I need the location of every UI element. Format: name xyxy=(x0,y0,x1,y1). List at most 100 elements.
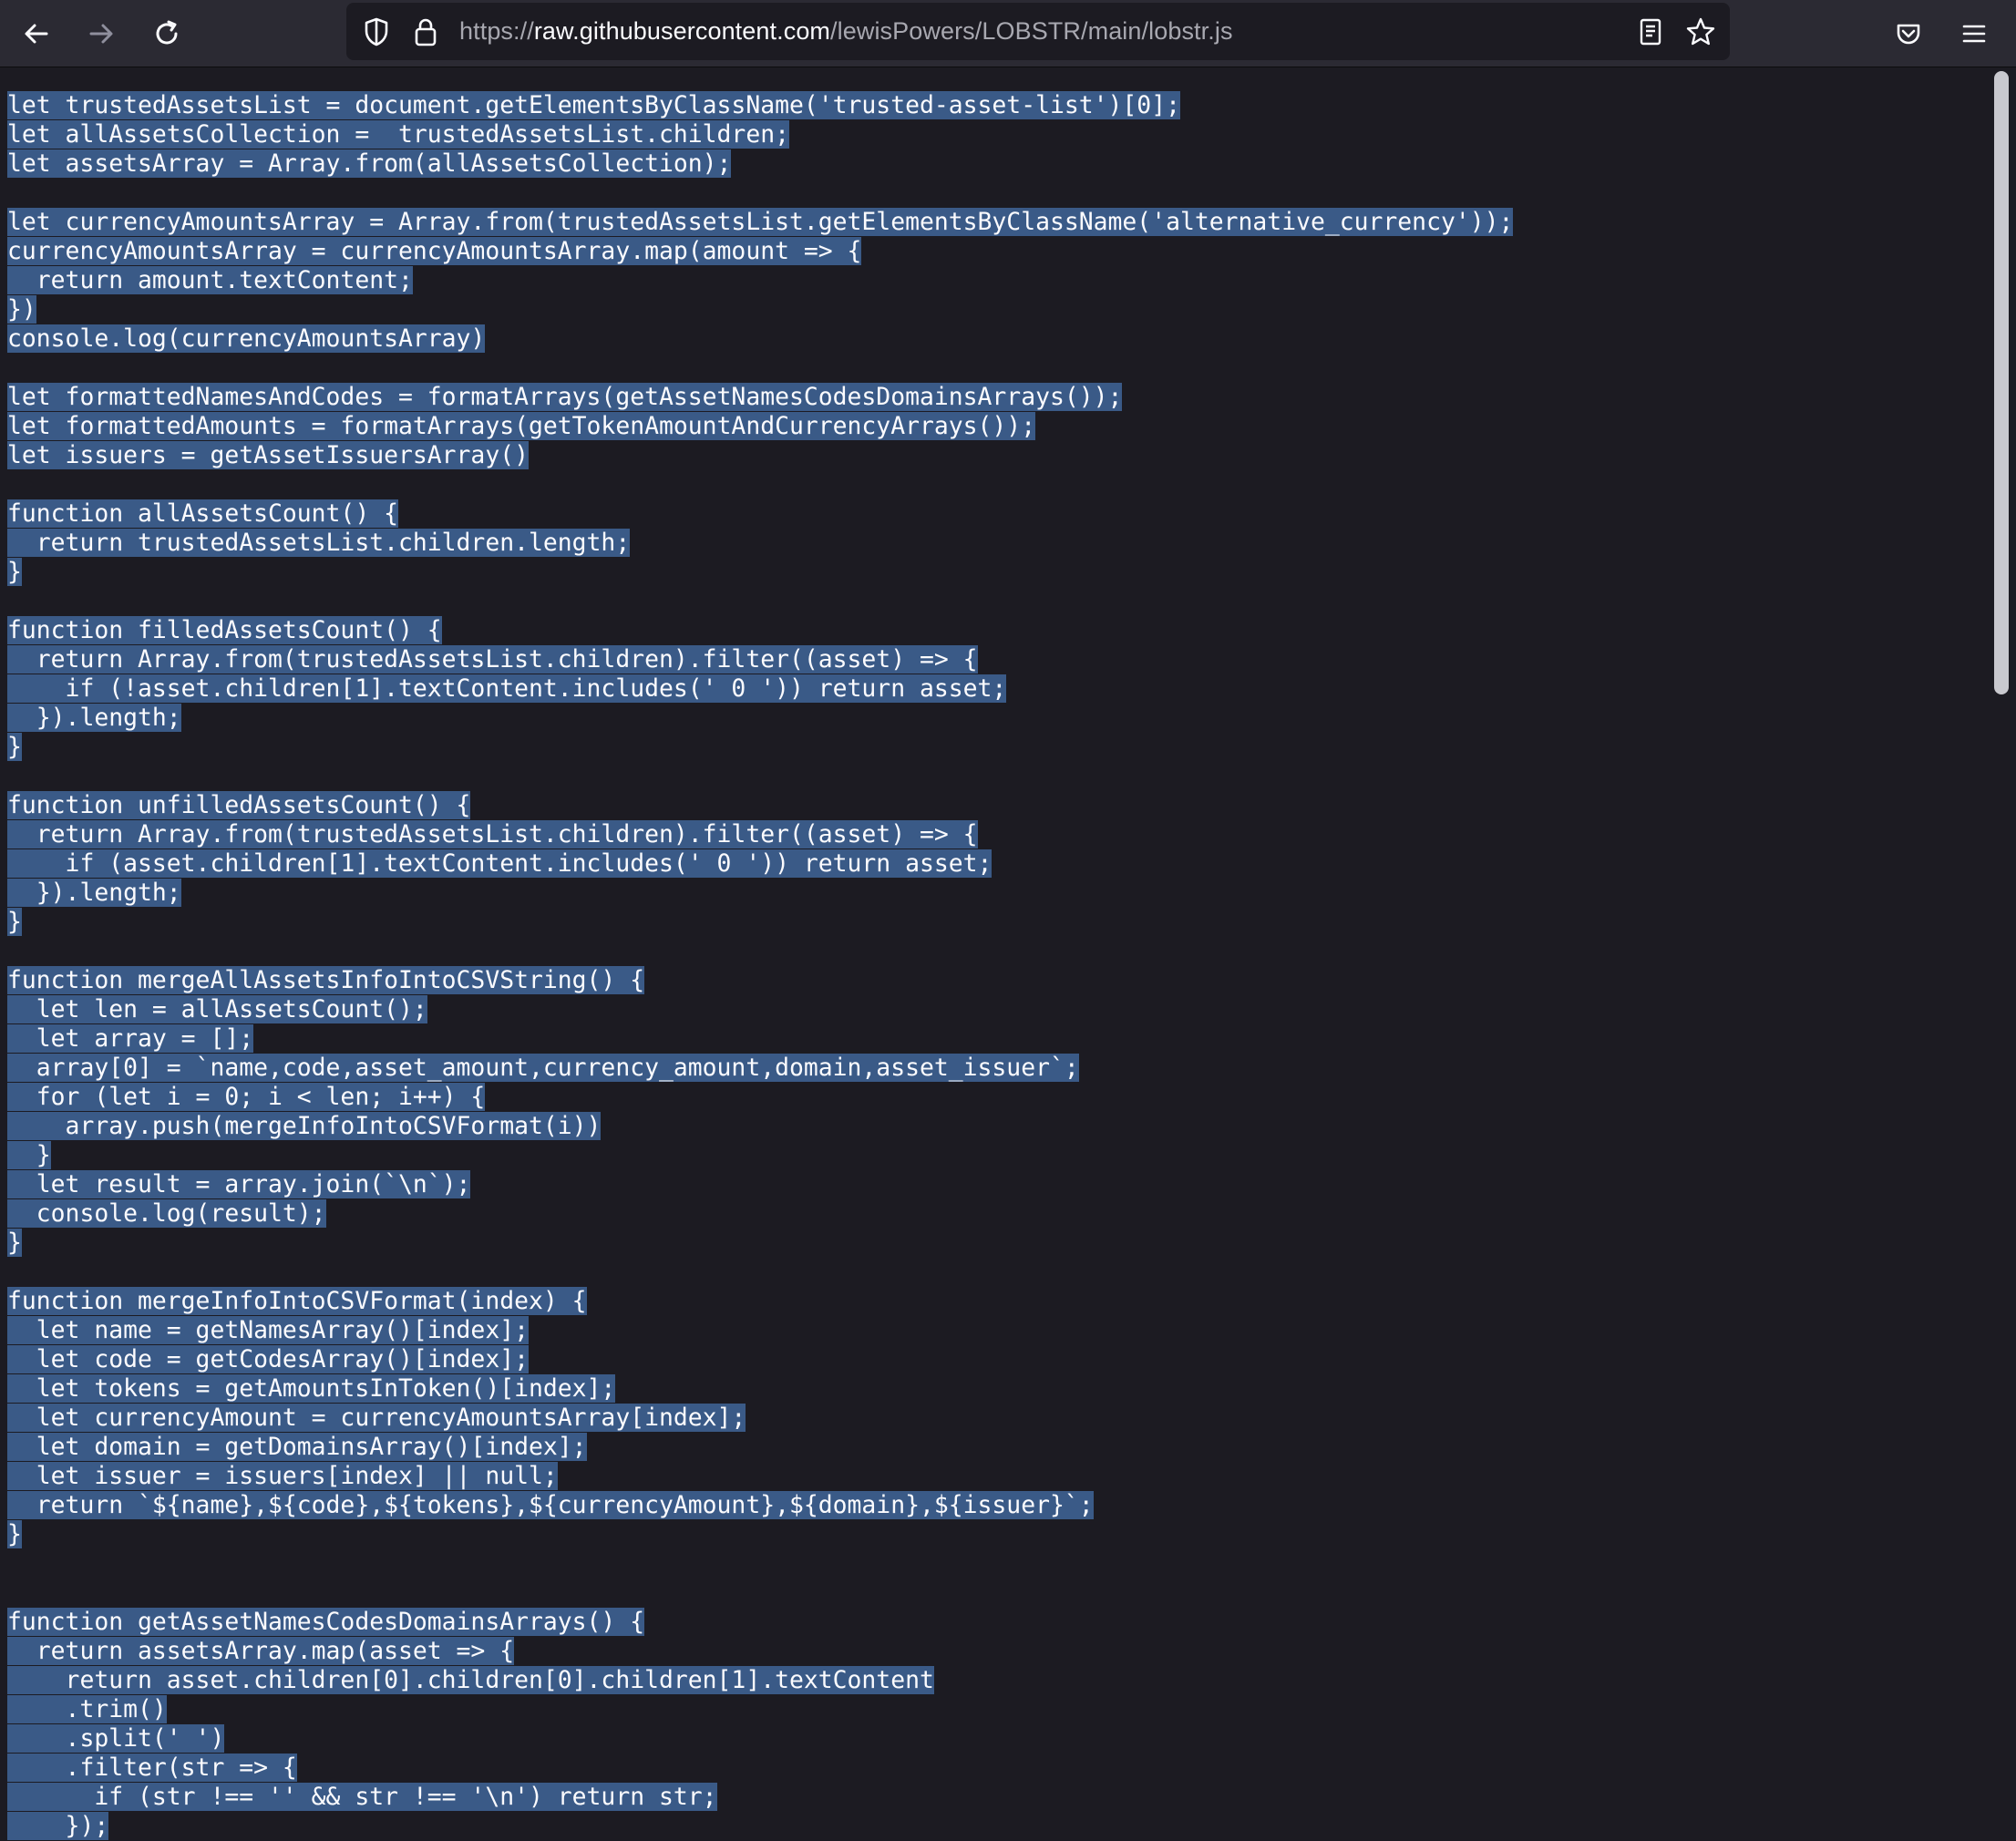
code-line-text: function mergeAllAssetsInfoIntoCSVString… xyxy=(7,966,645,994)
code-line: function mergeAllAssetsInfoIntoCSVString… xyxy=(7,966,1513,995)
code-listing: let trustedAssetsList = document.getElem… xyxy=(7,91,1514,1841)
code-line-text: return asset.children[0].children[0].chi… xyxy=(7,1666,934,1694)
code-line-text: function unfilledAssetsCount() { xyxy=(7,791,471,819)
code-line-text: let allAssetsCollection = trustedAssetsL… xyxy=(7,120,789,149)
code-line-text: }) xyxy=(7,295,36,324)
back-button[interactable] xyxy=(14,11,59,57)
code-line: let assetsArray = Array.from(allAssetsCo… xyxy=(7,149,1513,179)
code-line-text: function filledAssetsCount() { xyxy=(7,616,442,644)
code-line-text: function mergeInfoIntoCSVFormat(index) { xyxy=(7,1287,587,1315)
code-line-text: } xyxy=(7,733,22,761)
code-line-text: } xyxy=(7,1141,51,1169)
code-line-text: function getAssetNamesCodesDomainsArrays… xyxy=(7,1608,645,1636)
code-line-text: let formattedAmounts = formatArrays(getT… xyxy=(7,412,1036,440)
back-arrow-icon xyxy=(22,19,51,48)
menu-button[interactable] xyxy=(1951,11,1997,57)
code-line: }) xyxy=(7,295,1513,324)
menu-icon xyxy=(1960,20,1988,47)
code-line: let allAssetsCollection = trustedAssetsL… xyxy=(7,120,1513,149)
code-line: return `${name},${code},${tokens},${curr… xyxy=(7,1491,1513,1520)
code-line: } xyxy=(7,1520,1513,1549)
code-line-text: }).length; xyxy=(7,879,181,907)
code-line: function mergeInfoIntoCSVFormat(index) { xyxy=(7,1287,1513,1316)
star-bookmark-icon[interactable] xyxy=(1682,14,1719,50)
code-line-text: let assetsArray = Array.from(allAssetsCo… xyxy=(7,149,732,178)
code-line: return Array.from(trustedAssetsList.chil… xyxy=(7,820,1513,849)
shield-icon[interactable] xyxy=(358,14,395,50)
code-line: console.log(result); xyxy=(7,1199,1513,1229)
code-line: let domain = getDomainsArray()[index]; xyxy=(7,1433,1513,1462)
code-line: return amount.textContent; xyxy=(7,266,1513,295)
code-line-text: let name = getNamesArray()[index]; xyxy=(7,1316,529,1344)
code-line-text: } xyxy=(7,1229,22,1257)
code-line-text: let code = getCodesArray()[index]; xyxy=(7,1345,529,1373)
scrollbar[interactable] xyxy=(1987,67,2016,1841)
code-line: let code = getCodesArray()[index]; xyxy=(7,1345,1513,1374)
lock-icon[interactable] xyxy=(407,14,444,50)
code-line: function getAssetNamesCodesDomainsArrays… xyxy=(7,1608,1513,1637)
url-bar[interactable]: https://raw.githubusercontent.com/lewisP… xyxy=(346,3,1730,60)
code-line: }).length; xyxy=(7,704,1513,733)
code-line-text: let array = []; xyxy=(7,1024,254,1053)
code-line-text: let issuer = issuers[index] || null; xyxy=(7,1462,558,1490)
code-line: } xyxy=(7,908,1513,937)
code-line-text: let issuers = getAssetIssuersArray() xyxy=(7,441,529,469)
code-line-text: for (let i = 0; i < len; i++) { xyxy=(7,1083,486,1111)
code-line-text: console.log(currencyAmountsArray) xyxy=(7,324,486,353)
forward-button[interactable] xyxy=(78,11,124,57)
code-line: function filledAssetsCount() { xyxy=(7,616,1513,645)
page-content: let trustedAssetsList = document.getElem… xyxy=(0,67,1987,1841)
code-line-text: let trustedAssetsList = document.getElem… xyxy=(7,91,1180,119)
code-line: for (let i = 0; i < len; i++) { xyxy=(7,1083,1513,1112)
code-line-text: array[0] = `name,code,asset_amount,curre… xyxy=(7,1054,1079,1082)
code-line-text: return trustedAssetsList.children.length… xyxy=(7,529,631,557)
code-line: if (str !== '' && str !== '\n') return s… xyxy=(7,1783,1513,1812)
pocket-icon xyxy=(1894,19,1923,48)
code-line-text: let tokens = getAmountsInToken()[index]; xyxy=(7,1374,616,1403)
code-line-text: return assetsArray.map(asset => { xyxy=(7,1637,515,1665)
code-line: let array = []; xyxy=(7,1024,1513,1054)
code-line: } xyxy=(7,1141,1513,1170)
code-line: array[0] = `name,code,asset_amount,curre… xyxy=(7,1054,1513,1083)
code-line: } xyxy=(7,1229,1513,1258)
code-line: array.push(mergeInfoIntoCSVFormat(i)) xyxy=(7,1112,1513,1141)
code-line: let currencyAmount = currencyAmountsArra… xyxy=(7,1404,1513,1433)
code-line-text: let len = allAssetsCount(); xyxy=(7,995,427,1023)
code-line-text: .filter(str => { xyxy=(7,1754,297,1782)
code-line-text: let result = array.join(`\n`); xyxy=(7,1170,471,1198)
code-line: currencyAmountsArray = currencyAmountsAr… xyxy=(7,237,1513,266)
code-line: return Array.from(trustedAssetsList.chil… xyxy=(7,645,1513,674)
code-line: let issuers = getAssetIssuersArray() xyxy=(7,441,1513,470)
code-line: let len = allAssetsCount(); xyxy=(7,995,1513,1024)
code-line-text: .trim() xyxy=(7,1695,167,1723)
code-line-text: return Array.from(trustedAssetsList.chil… xyxy=(7,820,978,849)
reader-view-icon[interactable] xyxy=(1632,14,1669,50)
code-line-text: currencyAmountsArray = currencyAmountsAr… xyxy=(7,237,862,265)
forward-arrow-icon xyxy=(87,19,116,48)
code-line-text: }); xyxy=(7,1812,109,1840)
code-line: console.log(currencyAmountsArray) xyxy=(7,324,1513,354)
code-line-text: let currencyAmount = currencyAmountsArra… xyxy=(7,1404,746,1432)
reload-button[interactable] xyxy=(144,11,190,57)
code-line: let trustedAssetsList = document.getElem… xyxy=(7,91,1513,120)
code-line: if (!asset.children[1].textContent.inclu… xyxy=(7,674,1513,704)
code-line: let name = getNamesArray()[index]; xyxy=(7,1316,1513,1345)
pocket-button[interactable] xyxy=(1886,11,1931,57)
scrollbar-thumb[interactable] xyxy=(1994,71,2009,694)
reload-icon xyxy=(152,19,181,48)
code-line-text: return Array.from(trustedAssetsList.chil… xyxy=(7,645,978,674)
code-line-text: } xyxy=(7,908,22,936)
code-line: return assetsArray.map(asset => { xyxy=(7,1637,1513,1666)
code-line-text: let currencyAmountsArray = Array.from(tr… xyxy=(7,208,1514,236)
code-line-text: return amount.textContent; xyxy=(7,266,413,294)
url-path: /lewisPowers/LOBSTR/main/lobstr.js xyxy=(830,17,1233,45)
url-scheme: https:// xyxy=(459,17,534,45)
code-line-text: console.log(result); xyxy=(7,1199,326,1228)
code-line-text: } xyxy=(7,1520,22,1548)
code-line-text: array.push(mergeInfoIntoCSVFormat(i)) xyxy=(7,1112,602,1140)
url-text[interactable]: https://raw.githubusercontent.com/lewisP… xyxy=(459,3,1233,60)
